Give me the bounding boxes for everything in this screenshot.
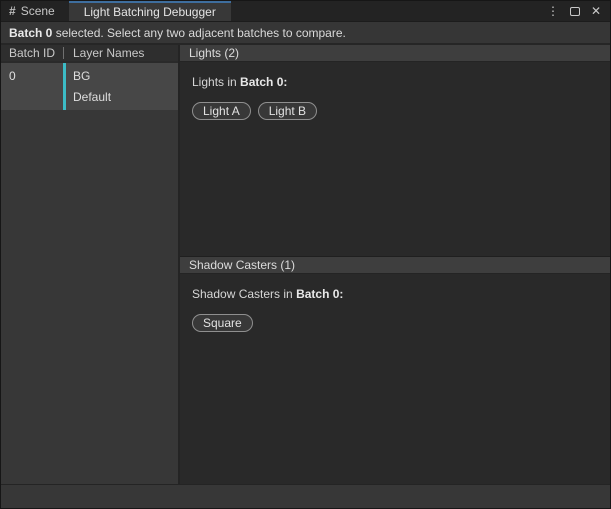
- layer-name: Default: [73, 90, 111, 104]
- column-header-layer-names: Layer Names: [73, 46, 144, 60]
- shadow-casters-caption-batch: Batch 0:: [296, 287, 343, 301]
- light-batching-debugger-window: # Scene Light Batching Debugger ⋮ ✕ Batc…: [0, 0, 611, 509]
- info-bar-message-rest: selected. Select any two adjacent batche…: [52, 26, 346, 40]
- light-chip[interactable]: Light A: [192, 102, 251, 120]
- batch-row-layers: BG Default: [66, 63, 111, 110]
- layer-name: BG: [73, 69, 111, 83]
- shadow-caster-chip[interactable]: Square: [192, 314, 253, 332]
- details-panel: Lights (2) Lights in Batch 0: Light A Li…: [180, 45, 610, 484]
- shadow-casters-chip-row: Square: [192, 314, 598, 332]
- batch-row-0-selected[interactable]: 0 BG Default: [1, 63, 178, 110]
- column-header-batch-id: Batch ID: [1, 46, 63, 60]
- lights-caption-batch: Batch 0:: [240, 75, 287, 89]
- column-divider: [63, 47, 64, 59]
- info-bar-message: Batch 0 selected. Select any two adjacen…: [9, 26, 346, 40]
- tab-bar-spacer: [231, 1, 547, 21]
- batch-row-id: 0: [1, 63, 63, 110]
- info-bar-selected-batch: Batch 0: [9, 26, 52, 40]
- tab-bar: # Scene Light Batching Debugger ⋮ ✕: [1, 1, 610, 22]
- lights-section-body: Lights in Batch 0: Light A Light B: [180, 62, 610, 133]
- tab-light-batching-debugger-label: Light Batching Debugger: [84, 5, 216, 19]
- main-area: Batch ID Layer Names 0 BG Default Lights…: [1, 44, 610, 484]
- scene-grid-icon: #: [9, 4, 16, 18]
- shadow-casters-section: Shadow Casters (1) Shadow Casters in Bat…: [180, 257, 610, 484]
- lights-section: Lights (2) Lights in Batch 0: Light A Li…: [180, 45, 610, 257]
- lights-caption: Lights in Batch 0:: [192, 75, 598, 89]
- shadow-casters-caption: Shadow Casters in Batch 0:: [192, 287, 598, 301]
- kebab-menu-icon[interactable]: ⋮: [547, 4, 559, 18]
- light-chip[interactable]: Light B: [258, 102, 317, 120]
- maximize-icon[interactable]: [570, 7, 580, 16]
- lights-chip-row: Light A Light B: [192, 102, 598, 120]
- tab-scene-label: Scene: [21, 4, 55, 18]
- lights-caption-prefix: Lights in: [192, 75, 240, 89]
- info-bar: Batch 0 selected. Select any two adjacen…: [1, 22, 610, 44]
- shadow-casters-section-title: Shadow Casters (1): [189, 258, 295, 272]
- batch-list-panel: Batch ID Layer Names 0 BG Default: [1, 45, 180, 484]
- lights-section-header: Lights (2): [180, 45, 610, 62]
- shadow-casters-section-header: Shadow Casters (1): [180, 257, 610, 274]
- tab-scene[interactable]: # Scene: [1, 1, 69, 21]
- bottom-status-bar: [1, 484, 610, 508]
- tab-light-batching-debugger[interactable]: Light Batching Debugger: [69, 1, 231, 21]
- shadow-casters-caption-prefix: Shadow Casters in: [192, 287, 296, 301]
- close-icon[interactable]: ✕: [591, 4, 601, 18]
- batch-list-column-header: Batch ID Layer Names: [1, 45, 178, 63]
- window-controls: ⋮ ✕: [547, 1, 610, 21]
- shadow-casters-section-body: Shadow Casters in Batch 0: Square: [180, 274, 610, 345]
- lights-section-title: Lights (2): [189, 46, 239, 60]
